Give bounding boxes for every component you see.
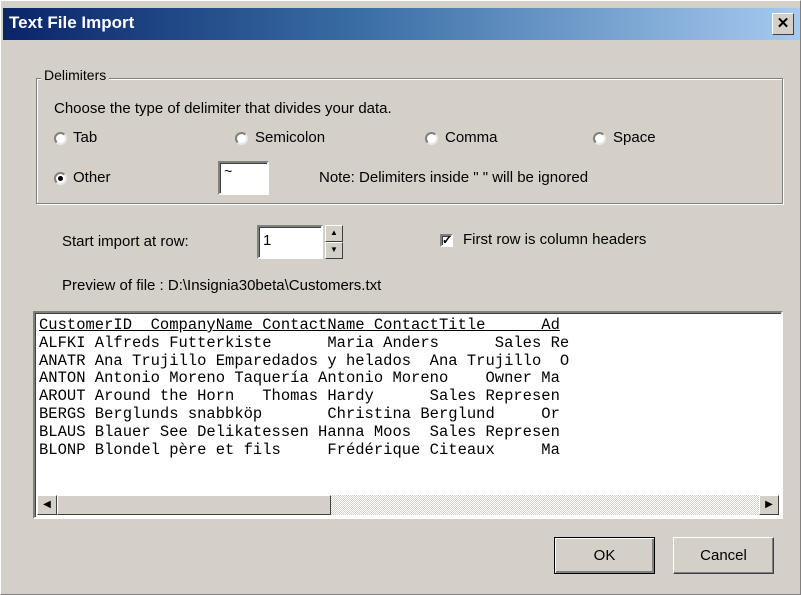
first-row-headers-checkbox[interactable]: ✓ bbox=[440, 234, 453, 247]
radio-comma-label[interactable]: Comma bbox=[445, 129, 498, 146]
radio-space[interactable] bbox=[593, 132, 606, 145]
arrow-right-icon: ▶ bbox=[765, 499, 773, 510]
text-file-import-dialog: Text File Import ✕ Delimiters Choose the… bbox=[0, 0, 801, 595]
horizontal-scrollbar[interactable]: ◀ ▶ bbox=[37, 495, 779, 515]
preview-row: BERGS Berglunds snabbköp Christina Bergl… bbox=[39, 404, 560, 423]
spin-down-button[interactable]: ▼ bbox=[325, 242, 343, 259]
close-button[interactable]: ✕ bbox=[772, 13, 794, 35]
other-delimiter-input[interactable]: ~ bbox=[218, 161, 269, 195]
spin-down-icon: ▼ bbox=[330, 245, 338, 254]
preview-row: ALFKI Alfreds Futterkiste Maria Anders S… bbox=[39, 333, 570, 352]
radio-semicolon[interactable] bbox=[235, 132, 248, 145]
scroll-right-button[interactable]: ▶ bbox=[759, 495, 779, 515]
file-preview[interactable]: CustomerID CompanyName ContactName Conta… bbox=[33, 311, 783, 519]
title-bar[interactable]: Text File Import ✕ bbox=[3, 8, 800, 40]
window-title: Text File Import bbox=[9, 13, 135, 32]
radio-other-label[interactable]: Other bbox=[73, 169, 111, 186]
radio-other[interactable] bbox=[54, 172, 67, 185]
delimiter-note: Note: Delimiters inside " " will be igno… bbox=[319, 169, 589, 186]
spin-up-button[interactable]: ▲ bbox=[325, 225, 343, 242]
preview-row: ANTON Antonio Moreno Taquería Antonio Mo… bbox=[39, 369, 560, 388]
radio-space-label[interactable]: Space bbox=[613, 129, 656, 146]
arrow-left-icon: ◀ bbox=[43, 499, 51, 510]
start-row-input[interactable]: 1 bbox=[257, 225, 323, 259]
check-icon: ✓ bbox=[442, 233, 453, 247]
radio-semicolon-label[interactable]: Semicolon bbox=[255, 129, 325, 146]
radio-comma[interactable] bbox=[425, 132, 438, 145]
preview-row: ANATR Ana Trujillo Emparedados y helados… bbox=[39, 351, 570, 370]
first-row-headers-label[interactable]: First row is column headers bbox=[463, 231, 646, 248]
radio-tab-label[interactable]: Tab bbox=[73, 129, 97, 146]
delimiter-instruction: Choose the type of delimiter that divide… bbox=[54, 100, 392, 117]
close-icon: ✕ bbox=[776, 15, 790, 32]
delimiters-group-label: Delimiters bbox=[41, 67, 110, 83]
scrollbar-thumb[interactable] bbox=[57, 495, 331, 515]
spin-up-icon: ▲ bbox=[330, 228, 338, 237]
preview-lines: CustomerID CompanyName ContactName Conta… bbox=[39, 317, 779, 493]
cancel-button[interactable]: Cancel bbox=[673, 537, 774, 574]
preview-file-label: Preview of file : D:\Insignia30beta\Cust… bbox=[62, 277, 382, 294]
preview-row: BLAUS Blauer See Delikatessen Hanna Moos… bbox=[39, 422, 560, 441]
preview-row: BLONP Blondel père et fils Frédérique Ci… bbox=[39, 440, 560, 459]
start-row-label: Start import at row: bbox=[62, 233, 189, 250]
ok-button[interactable]: OK bbox=[554, 537, 655, 574]
scroll-left-button[interactable]: ◀ bbox=[37, 495, 57, 515]
preview-row: AROUT Around the Horn Thomas Hardy Sales… bbox=[39, 387, 560, 406]
radio-tab[interactable] bbox=[54, 132, 67, 145]
preview-header-row: CustomerID CompanyName ContactName Conta… bbox=[39, 317, 560, 334]
start-row-spinner: ▲ ▼ bbox=[325, 225, 343, 259]
